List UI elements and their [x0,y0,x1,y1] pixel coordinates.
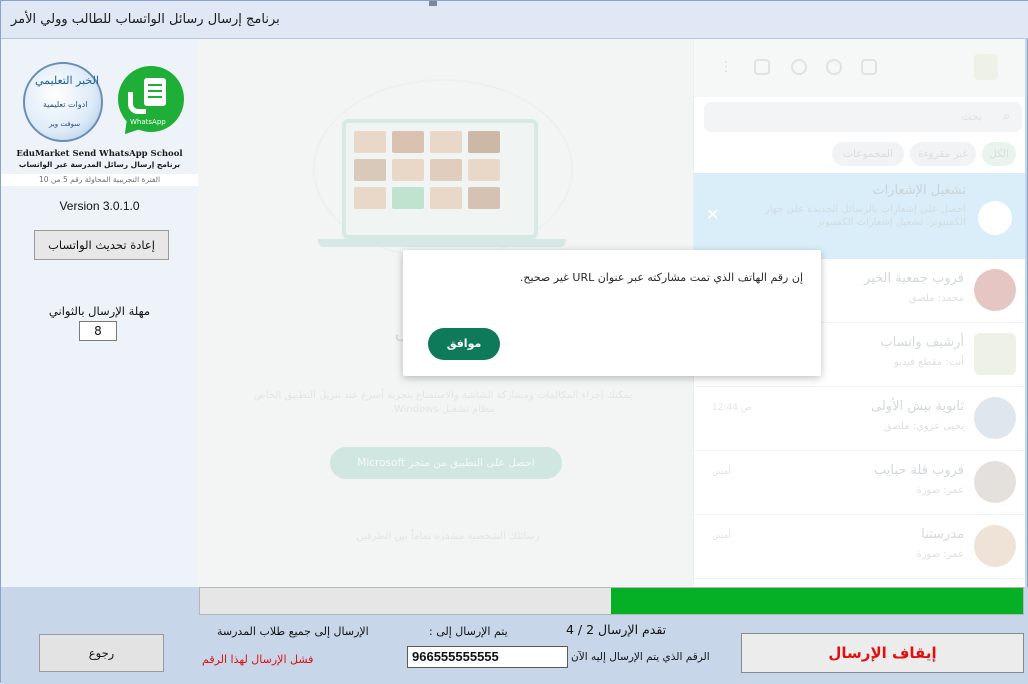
current-number-label: الرقم الذي يتم الإرسال إليه الآن [571,651,710,663]
notifications-link[interactable]: تشغيل إشعارات الكمبيوتر [817,217,923,228]
status-icon[interactable] [826,59,842,75]
chat-name: مدرستنا [921,527,964,542]
ok-button[interactable]: موافق [428,328,500,360]
chat-name: قروب جمعية الخير [864,271,964,286]
chat-name: قروب قلة حبايب [874,463,964,478]
chat-preview: عمر: صورة [916,549,964,560]
edumarket-logo-sub: ادوات تعليمية [43,100,88,109]
logos: الخبر التعليمي ادوات تعليمية سوفت وير Wh… [23,60,186,150]
filter-unread[interactable]: غير مقروءة [910,142,976,166]
notifications-banner[interactable]: تشغيل الإشعارات احصل على إشعارات بالرسائ… [694,173,1025,259]
dialog-message: إن رقم الهاتف الذي تمت مشاركته عبر عنوان… [519,271,803,284]
trial-status: الفترة التجريبية المحاولة رقم 5 من 10 [1,174,198,186]
search-icon: ⌕ [1003,109,1010,123]
new-chat-icon[interactable] [754,59,770,75]
laptop-illustration-base [318,239,566,247]
chat-search-box[interactable]: ⌕ بحث [704,102,1022,132]
progress-text: تقدم الإرسال 2 / 4 [566,622,667,637]
chat-time: أمس [712,531,731,541]
avatar [974,269,1016,311]
menu-icon[interactable]: ⋮ [719,59,733,75]
send-progress-bar [199,587,1024,615]
left-panel: الخبر التعليمي ادوات تعليمية سوفت وير Wh… [1,39,198,587]
encryption-note: رسائلك الشخصية مشفرة تماماً بين الطرفين [356,531,540,542]
stop-sending-button[interactable]: إيقاف الإرسال [741,633,1024,673]
close-icon[interactable]: ✕ [706,205,719,224]
send-error-text: فشل الإرسال لهذا الرقم [202,653,314,666]
brand-block: EduMarket Send WhatsApp School برنامج إر… [1,149,198,169]
window-title: برنامج إرسال رسائل الواتساب للطالب وولي … [11,12,280,27]
refresh-whatsapp-button[interactable]: إعادة تحديث الواتساب [34,230,169,260]
avatar [974,333,1016,375]
whatsapp-logo-caption: WhatsApp [130,118,166,126]
bell-off-icon [978,201,1012,235]
edumarket-logo-sub2: سوفت وير [49,120,81,128]
brand-name-en: EduMarket Send WhatsApp School [16,149,183,159]
avatar [974,397,1016,439]
send-progress-fill [611,588,1023,614]
chat-name: ثانوية بيش الأولى [871,399,964,414]
send-delay-input[interactable]: 8 [79,321,117,341]
chat-preview: محمد: ملصق [908,293,964,304]
intro-subtext: يمكنك إجراء المكالمات ومشاركة الشاشة وال… [253,390,633,415]
send-delay-label: مهلة الإرسال بالثواني [48,304,151,318]
chat-preview: يحيى عزوي: ملصق [883,421,964,432]
chat-item[interactable]: ثانوية بيش الأولى يحيى عزوي: ملصق 12:44 … [694,387,1025,451]
edumarket-logo: الخبر التعليمي ادوات تعليمية سوفت وير [23,62,103,142]
notifications-title: تشغيل الإشعارات [872,183,966,198]
sending-to-label: يتم الإرسال إلى : [429,625,508,638]
chat-name: أرشيف واتساب [880,335,964,350]
filter-groups[interactable]: المجموعات [832,142,904,166]
chat-time: أمس [712,467,731,477]
chat-preview: أنت: مقطع فيديو [893,357,964,368]
channels-icon[interactable] [791,59,807,75]
error-dialog: إن رقم الهاتف الذي تمت مشاركته عبر عنوان… [403,250,821,376]
chat-preview: عمر: صورة [916,485,964,496]
brand-name-ar: برنامج إرسال رسائل المدرسة عبر الواتساب [18,160,181,169]
whatsapp-logo-icon: WhatsApp [116,62,186,142]
chat-item[interactable]: قروب قلة حبايب عمر: صورة أمس [694,451,1025,515]
chat-time: 12:44 ص [712,403,752,413]
chat-search-placeholder: بحث [961,110,982,123]
notifications-body: احصل على إشعارات بالرسائل الجديدة على جه… [764,204,966,228]
profile-avatar[interactable] [974,54,998,80]
app-window: برنامج إرسال رسائل الواتساب للطالب وولي … [0,0,1028,684]
back-button[interactable]: رجوع [39,634,164,672]
status-panel: رجوع الإرسال إلى جميع طلاب المدرسة يتم ا… [1,587,1028,684]
get-app-button[interactable]: احصل على التطبيق من متجر Microsoft [330,447,562,479]
avatar [974,461,1016,503]
version-label: Version 3.0.1.0 [59,199,140,213]
laptop-illustration [342,119,538,239]
chat-item[interactable]: مدرستنا عمر: صورة أمس [694,515,1025,579]
chat-filters: الكل غير مقروءة المجموعات [694,142,1025,168]
edumarket-logo-title: الخبر التعليمي [35,74,99,87]
current-number-field[interactable]: 966555555555 [407,646,568,668]
communities-icon[interactable] [861,59,877,75]
chat-list-header: ⋮ [694,39,1025,97]
title-bar[interactable]: برنامج إرسال رسائل الواتساب للطالب وولي … [1,1,1028,39]
sending-to-value: الإرسال إلى جميع طلاب المدرسة [217,625,369,638]
avatar [974,525,1016,567]
filter-all[interactable]: الكل [982,142,1016,166]
title-bar-grip [429,1,437,6]
